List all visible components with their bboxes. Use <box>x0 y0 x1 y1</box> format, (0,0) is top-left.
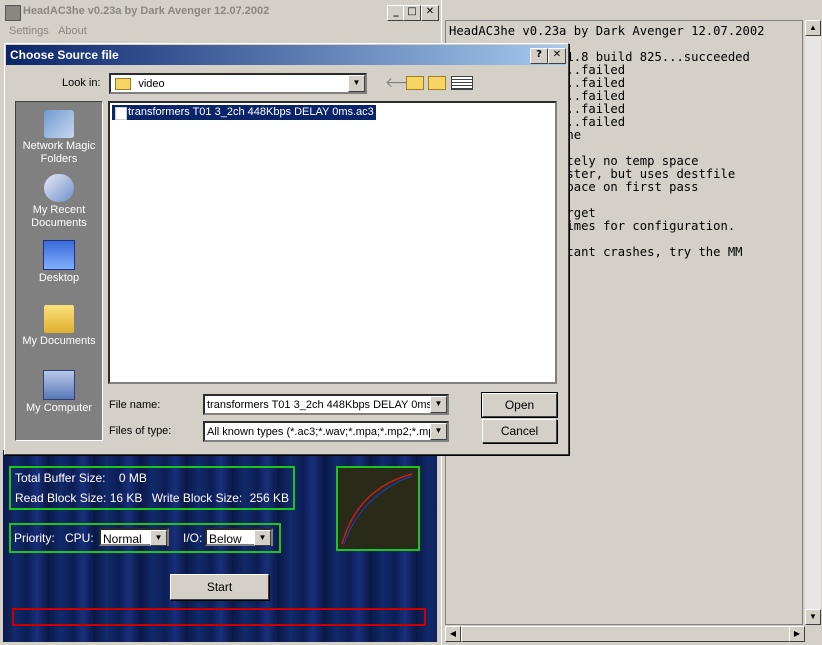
settings-panel: Total Buffer Size: 0 MB Read Block Size:… <box>3 450 437 642</box>
chevron-down-icon[interactable]: ▼ <box>430 396 447 413</box>
progress-bar <box>12 608 426 626</box>
file-name-value: transformers T01 3_2ch 448Kbps DELAY 0ms… <box>207 399 449 411</box>
read-block-label: Read Block Size: <box>15 491 107 505</box>
start-button[interactable]: Start <box>170 574 269 600</box>
chevron-down-icon[interactable]: ▼ <box>430 423 447 440</box>
cpu-priority-select[interactable]: Normal ▼ <box>99 528 169 546</box>
app-icon <box>5 5 21 21</box>
documents-folder-icon <box>44 305 74 333</box>
dialog-title-bar[interactable]: Choose Source file ? ✕ <box>6 45 566 65</box>
vertical-scrollbar[interactable]: ▲ ▼ <box>805 20 821 625</box>
help-button[interactable]: ? <box>530 48 548 64</box>
buffer-size-value: 0 MB <box>118 471 147 485</box>
cancel-button[interactable]: Cancel <box>482 419 557 443</box>
io-priority-select[interactable]: Below ▼ <box>205 528 273 546</box>
place-label: My Computer <box>25 402 93 414</box>
choose-source-dialog: Choose Source file ? ✕ Look in: video ▼ … <box>4 43 569 455</box>
main-window-title: HeadAC3he v0.23a by Dark Avenger 12.07.2… <box>23 5 270 17</box>
size-grip[interactable] <box>805 626 821 642</box>
menu-settings[interactable]: Settings <box>9 22 49 40</box>
audio-file-icon <box>115 107 127 120</box>
files-of-type-value: All known types (*.ac3;*.wav;*.mpa;*.mp2… <box>207 426 445 438</box>
place-network-magic[interactable]: Network Magic Folders <box>16 110 102 166</box>
network-folder-icon <box>44 110 74 138</box>
dialog-title: Choose Source file <box>10 48 119 62</box>
scroll-thumb[interactable] <box>461 626 791 642</box>
places-bar: Network Magic Folders My Recent Document… <box>15 101 103 441</box>
priority-group: Priority: CPU: Normal ▼ I/O: Below ▼ <box>9 523 281 553</box>
priority-label: Priority: <box>14 531 55 545</box>
buffer-graph <box>336 466 420 551</box>
place-desktop[interactable]: Desktop <box>16 240 102 285</box>
files-of-type-label: Files of type: <box>109 425 172 437</box>
files-of-type-select[interactable]: All known types (*.ac3;*.wav;*.mpa;*.mp2… <box>203 421 449 442</box>
console-line: HeadAC3he v0.23a by Dark Avenger 12.07.2… <box>449 24 765 38</box>
close-button[interactable]: ✕ <box>421 5 439 21</box>
menu-bar: Settings About <box>3 22 437 40</box>
file-list-item[interactable]: transformers T01 3_2ch 448Kbps DELAY 0ms… <box>112 105 376 120</box>
maximize-button[interactable]: □ <box>403 5 421 21</box>
graph-curve <box>341 473 413 545</box>
buffer-group: Total Buffer Size: 0 MB Read Block Size:… <box>9 466 295 510</box>
place-label: My Documents <box>22 335 96 347</box>
scroll-left-icon[interactable]: ◀ <box>445 626 461 642</box>
cpu-priority-value: Normal <box>103 532 142 546</box>
up-folder-icon[interactable] <box>406 76 424 90</box>
view-menu-icon[interactable] <box>451 76 473 90</box>
chevron-down-icon[interactable]: ▼ <box>150 530 167 546</box>
read-block-value: 16 KB <box>109 491 143 505</box>
io-priority-value: Below <box>209 532 242 546</box>
buffer-size-label: Total Buffer Size: <box>15 471 106 485</box>
place-recent-documents[interactable]: My Recent Documents <box>16 174 102 230</box>
place-label: My Recent Documents <box>31 204 87 229</box>
scroll-up-icon[interactable]: ▲ <box>805 20 821 36</box>
place-label: Desktop <box>38 272 80 284</box>
desktop-icon <box>43 240 75 270</box>
look-in-label: Look in: <box>62 77 101 89</box>
chevron-down-icon[interactable]: ▼ <box>348 75 365 92</box>
horizontal-scrollbar[interactable]: ◀ ▶ <box>445 626 805 642</box>
computer-icon <box>43 370 75 400</box>
file-name-label: File name: <box>109 399 161 411</box>
place-my-computer[interactable]: My Computer <box>16 370 102 415</box>
file-list[interactable]: transformers T01 3_2ch 448Kbps DELAY 0ms… <box>108 101 557 384</box>
folder-icon <box>115 77 131 90</box>
look-in-select[interactable]: video ▼ <box>109 73 367 94</box>
main-title-bar[interactable]: HeadAC3he v0.23a by Dark Avenger 12.07.2… <box>3 3 439 21</box>
menu-about[interactable]: About <box>58 22 87 40</box>
new-folder-icon[interactable] <box>428 76 446 90</box>
file-name-text: transformers T01 3_2ch 448Kbps DELAY 0ms… <box>128 106 374 118</box>
cpu-label: CPU: <box>65 531 94 545</box>
scroll-down-icon[interactable]: ▼ <box>805 609 821 625</box>
io-label: I/O: <box>183 531 203 545</box>
file-name-input[interactable]: transformers T01 3_2ch 448Kbps DELAY 0ms… <box>203 394 449 415</box>
write-block-label: Write Block Size: <box>151 491 243 505</box>
place-my-documents[interactable]: My Documents <box>16 305 102 348</box>
dialog-close-button[interactable]: ✕ <box>548 48 566 64</box>
recent-documents-icon <box>44 174 74 202</box>
write-block-value: 256 KB <box>249 491 289 505</box>
place-label: Network Magic Folders <box>22 140 96 165</box>
chevron-down-icon[interactable]: ▼ <box>254 530 271 546</box>
scroll-right-icon[interactable]: ▶ <box>789 626 805 642</box>
look-in-value: video <box>138 78 165 90</box>
open-button[interactable]: Open <box>481 392 558 418</box>
